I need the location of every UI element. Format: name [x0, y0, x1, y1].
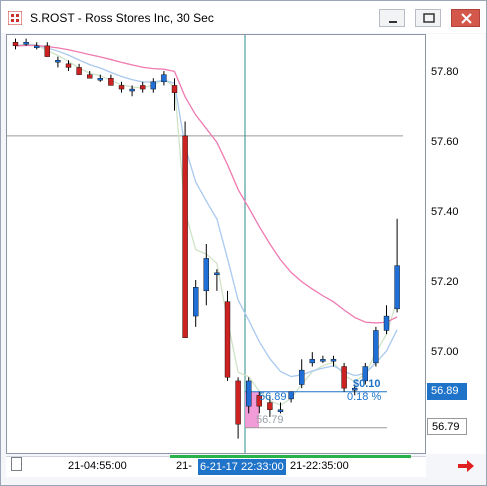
- time-label: 21-04:55:00: [68, 460, 127, 472]
- candle-body: [309, 359, 315, 364]
- price-tick: 57.40: [431, 206, 459, 218]
- title-bar[interactable]: S.ROST - Ross Stores Inc, 30 Sec: [1, 1, 486, 33]
- candle-body: [171, 85, 178, 93]
- candle-body: [23, 42, 29, 45]
- time-label: 21-22:35:00: [290, 460, 349, 472]
- candle-body: [299, 369, 305, 385]
- maximize-icon: [423, 13, 435, 23]
- candle-body: [288, 391, 294, 400]
- maximize-button[interactable]: [415, 9, 441, 27]
- price-tick: 57.00: [431, 346, 459, 358]
- scroll-right-icon[interactable]: [456, 459, 476, 473]
- chart-app-icon: [8, 11, 22, 25]
- candle-body: [97, 78, 104, 81]
- crosshair-time-label: 6-21-17 22:33:00: [198, 459, 286, 475]
- candle-body: [245, 380, 252, 407]
- measure-from-price: 56.89: [259, 391, 287, 403]
- candle-body: [55, 60, 61, 63]
- candle-body: [235, 380, 241, 425]
- minimize-icon: [389, 21, 397, 23]
- candle-body: [12, 42, 19, 47]
- price-tick: 57.20: [431, 276, 459, 288]
- candle-body: [44, 45, 50, 57]
- measure-to-price: 56.79: [256, 414, 284, 426]
- candle-body: [118, 85, 125, 90]
- candle-body: [34, 45, 40, 49]
- candle-body: [267, 402, 273, 410]
- close-button[interactable]: [451, 9, 480, 27]
- current-price-tag: 56.89: [427, 383, 467, 400]
- minimize-button[interactable]: [379, 9, 405, 27]
- marker-price-tag: 56.79: [427, 418, 467, 435]
- candle-body: [277, 409, 284, 412]
- candle-body: [330, 359, 337, 362]
- candle-body: [139, 85, 146, 90]
- candle-body: [161, 74, 167, 83]
- ma-mid-line: [15, 44, 398, 378]
- session-bar: [170, 455, 411, 458]
- measure-percent: 0.18 %: [347, 391, 382, 403]
- candle-body: [394, 265, 400, 310]
- scroll-toggle[interactable]: [11, 457, 22, 471]
- candle-body: [76, 67, 82, 75]
- candle-body: [203, 258, 210, 292]
- candle-body: [150, 81, 157, 90]
- candle-body: [108, 78, 114, 86]
- candle-body: [214, 272, 220, 276]
- candle-body: [192, 287, 199, 317]
- close-icon: [461, 13, 472, 24]
- time-label: 21-: [176, 460, 192, 472]
- candle-body: [182, 135, 188, 338]
- candle-body: [320, 359, 326, 362]
- measure-change: $0.10: [353, 378, 381, 390]
- ma-fast-line: [15, 43, 398, 406]
- price-tick: 57.80: [431, 66, 459, 78]
- candle-body: [224, 301, 231, 378]
- candle-body: [86, 74, 93, 79]
- price-tick: 57.60: [431, 136, 459, 148]
- candle-body: [129, 88, 135, 92]
- candle-body: [65, 63, 72, 68]
- window-title: S.ROST - Ross Stores Inc, 30 Sec: [30, 11, 214, 25]
- candle-body: [341, 366, 347, 389]
- candle-body: [383, 315, 390, 331]
- candle-body: [373, 330, 379, 364]
